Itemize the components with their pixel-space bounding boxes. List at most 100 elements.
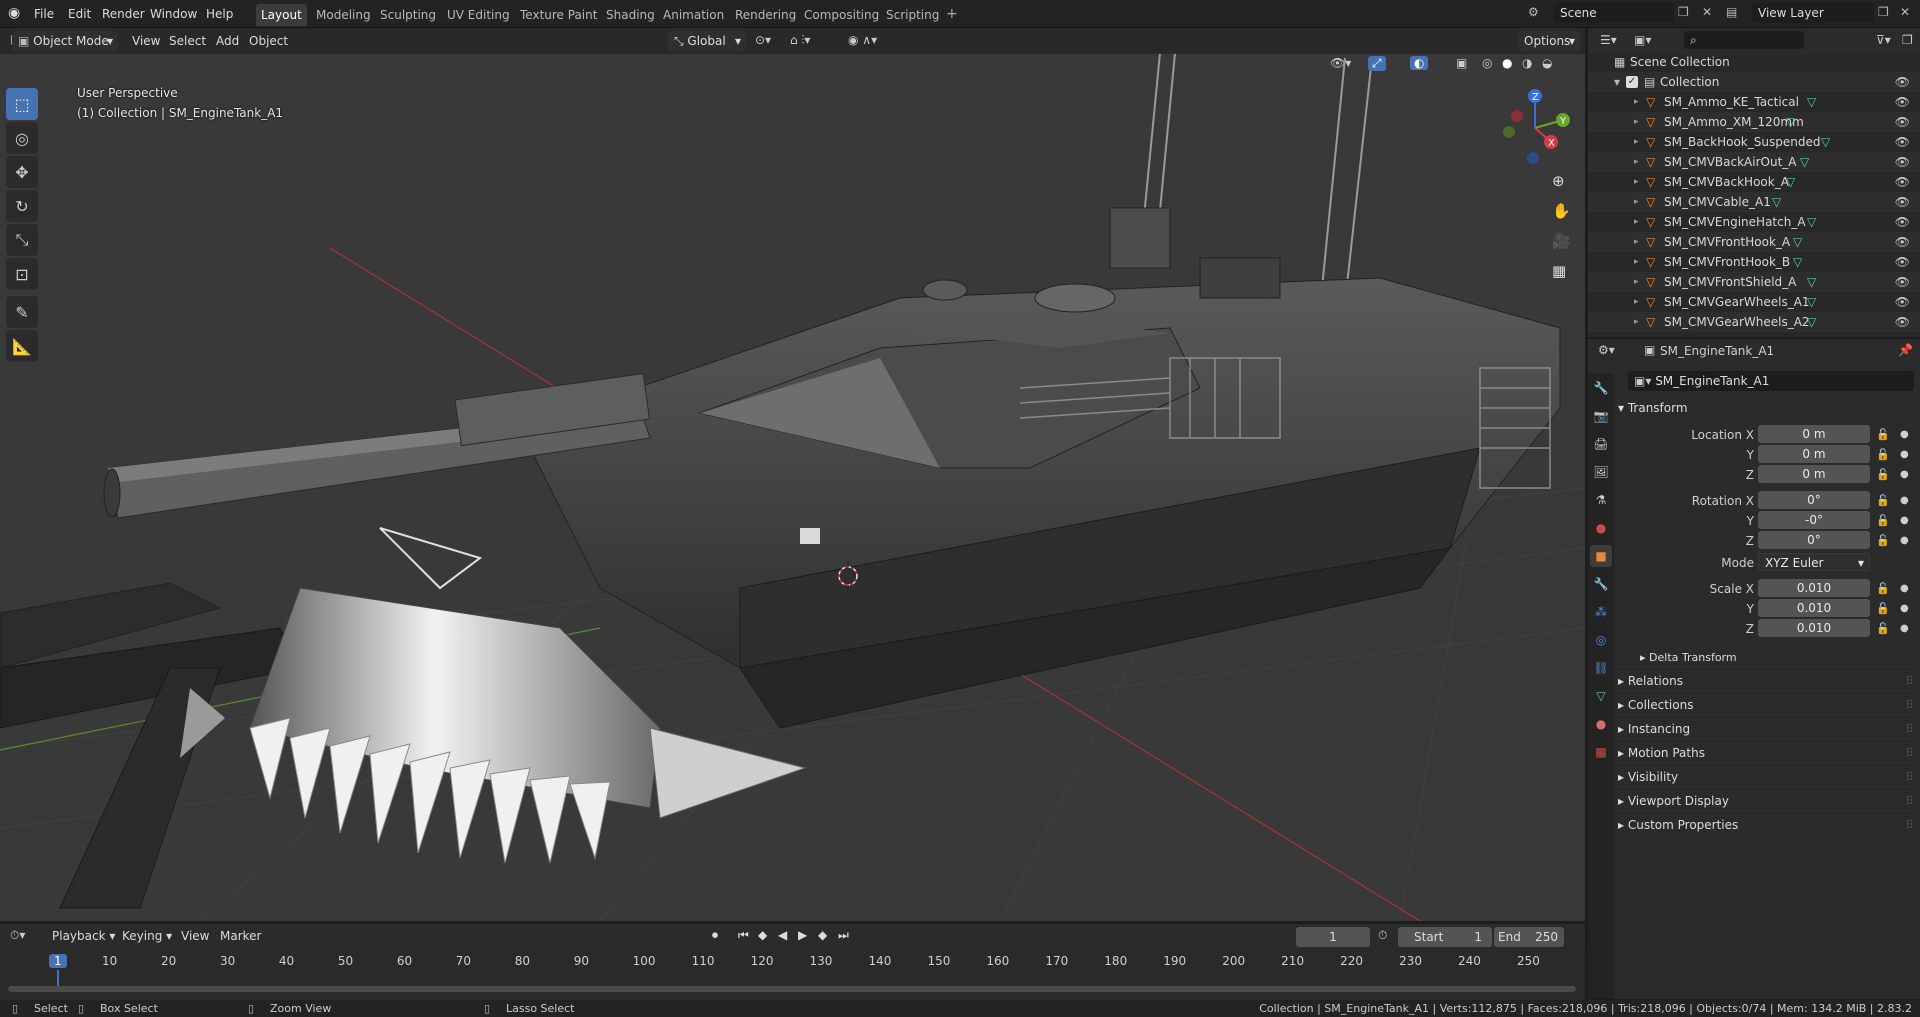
scale-x-field[interactable]: 0.010 [1758,579,1870,597]
pin-icon[interactable]: 📌 [1898,343,1913,357]
mesh-data-icon[interactable]: ▽ [1772,192,1781,212]
menu-file[interactable]: File [30,4,58,24]
pan-hand-icon[interactable]: ✋ [1552,202,1571,220]
drag-handle-icon[interactable]: ⠿ [1905,742,1914,764]
select-box-tool-icon[interactable]: ⬚ [6,88,38,120]
viewport-menu-add[interactable]: Add [210,31,245,51]
drag-handle-icon[interactable]: ⠿ [1905,814,1914,836]
rotation-y-field[interactable]: -0° [1758,511,1870,529]
mesh-data-icon[interactable]: ▽ [1807,212,1816,232]
tool-tab-icon[interactable]: 🔧 [1590,377,1612,399]
transform-orientation-dropdown[interactable]: ⤡ Global ▾ [668,31,746,51]
new-view-layer-icon[interactable]: ❐ [1878,5,1889,19]
zoom-icon[interactable]: ⊕ [1552,172,1565,190]
drag-handle-icon[interactable]: ⠿ [1905,694,1914,716]
eye-icon[interactable]: 👁 [1895,252,1910,272]
tab-modeling[interactable]: Modeling [311,4,376,26]
navigation-gizmo[interactable]: Z Y X [1495,86,1575,166]
menu-help[interactable]: Help [202,4,237,24]
eye-icon[interactable]: 👁 [1895,112,1910,132]
tab-compositing[interactable]: Compositing [799,4,884,26]
lock-icon[interactable]: 🔓 [1876,619,1890,639]
drag-handle-icon[interactable]: ⠿ [1905,670,1914,692]
keyframe-dot-icon[interactable]: ● [1900,465,1909,485]
transform-panel-header[interactable]: ▾ Transform [1618,397,1688,419]
panel-instancing[interactable]: ▸ Instancing ⠿ [1618,717,1914,739]
drag-handle-icon[interactable]: ⠿ [1905,790,1914,812]
new-collection-icon[interactable]: ❐ [1902,33,1913,47]
expand-arrow-icon[interactable]: ▸ [1634,232,1639,252]
outliner-item[interactable]: ▸ ▽ SM_CMVGearWheels_A1 ▽ 👁 [1588,292,1920,312]
expand-arrow-icon[interactable]: ▸ [1634,312,1639,332]
keyframe-dot-icon[interactable]: ● [1900,445,1909,465]
outliner-item[interactable]: ▸ ▽ SM_CMVBackAirOut_A ▽ 👁 [1588,152,1920,172]
menu-window[interactable]: Window [146,4,201,24]
shading-material-icon[interactable]: ◑ [1522,56,1532,70]
expand-arrow-icon[interactable]: ▸ [1634,252,1639,272]
rotation-mode-dropdown[interactable]: XYZ Euler ▾ [1758,553,1870,571]
camera-view-icon[interactable]: 🎥 [1552,232,1571,250]
rotation-x-field[interactable]: 0° [1758,491,1870,509]
lock-icon[interactable]: 🔓 [1876,445,1890,465]
tab-rendering[interactable]: Rendering [730,4,801,26]
mesh-data-icon[interactable]: ▽ [1807,272,1816,292]
eye-icon[interactable]: 👁 [1895,292,1910,312]
expand-arrow-icon[interactable]: ▸ [1634,272,1639,292]
expand-arrow-icon[interactable]: ▸ [1634,212,1639,232]
collapse-arrow-icon[interactable]: ▾ [1614,72,1620,92]
rotate-tool-icon[interactable]: ↻ [6,190,38,222]
eye-icon[interactable]: 👁 [1895,172,1910,192]
keyframe-dot-icon[interactable]: ● [1900,511,1909,531]
playhead[interactable]: 1 [49,954,67,968]
new-scene-icon[interactable]: ❐ [1678,5,1689,19]
panel-relations[interactable]: ▸ Relations ⠿ [1618,669,1914,691]
material-tab-icon[interactable]: ● [1590,713,1612,735]
tab-shading[interactable]: Shading [601,4,660,26]
eye-icon[interactable]: 👁 [1895,312,1910,332]
filter-icon[interactable]: ⊽▾ [1876,33,1891,47]
collection-checkbox[interactable]: ✓ [1626,76,1638,88]
location-z-field[interactable]: 0 m [1758,465,1870,483]
outliner-scene-collection[interactable]: ▦ Scene Collection [1588,52,1920,72]
outliner-item[interactable]: ▸ ▽ SM_CMVEngineHatch_A ▽ 👁 [1588,212,1920,232]
viewport-menu-object[interactable]: Object [243,31,294,51]
constraints-tab-icon[interactable]: ⛓ [1590,657,1612,679]
blender-logo-icon[interactable]: ◉ [8,5,20,21]
lock-icon[interactable]: 🔓 [1876,579,1890,599]
tab-scripting[interactable]: Scripting [881,4,944,26]
expand-arrow-icon[interactable]: ▸ [1634,132,1639,152]
view-layer-field[interactable]: View Layer [1752,3,1874,23]
scene-field[interactable]: Scene [1554,3,1674,23]
location-x-field[interactable]: 0 m [1758,425,1870,443]
measure-tool-icon[interactable]: 📐 [6,330,38,362]
lock-icon[interactable]: 🔓 [1876,531,1890,551]
mesh-data-icon[interactable]: ▽ [1821,132,1830,152]
timeline-scrollbar[interactable] [8,986,1576,992]
panel-motion-paths[interactable]: ▸ Motion Paths ⠿ [1618,741,1914,763]
annotate-tool-icon[interactable]: ✎ [6,296,38,328]
outliner-item[interactable]: ▸ ▽ SM_BackHook_Suspended ▽ 👁 [1588,132,1920,152]
eye-icon[interactable]: 👁 [1895,272,1910,292]
lock-icon[interactable]: 🔓 [1876,511,1890,531]
object-mode-dropdown[interactable]: ▣ Object Mode ▾ [12,31,118,51]
outliner-collection[interactable]: ▾ ✓ ▤ Collection 👁 [1588,72,1920,92]
outliner-item[interactable]: ▸ ▽ SM_CMVFrontShield_A ▽ 👁 [1588,272,1920,292]
scale-y-field[interactable]: 0.010 [1758,599,1870,617]
visibility-filter-icon[interactable]: 👁▾ [1330,56,1351,70]
mesh-data-icon[interactable]: ▽ [1807,292,1816,312]
location-y-field[interactable]: 0 m [1758,445,1870,463]
scale-tool-icon[interactable]: ⤡ [6,224,38,256]
shading-wireframe-icon[interactable]: ◎ [1482,56,1492,70]
keyframe-dot-icon[interactable]: ● [1900,531,1909,551]
eye-icon[interactable]: 👁 [1895,132,1910,152]
mesh-data-icon[interactable]: ▽ [1807,92,1816,112]
outliner-item[interactable]: ▸ ▽ SM_CMVGearWheels_A2 ▽ 👁 [1588,312,1920,332]
expand-arrow-icon[interactable]: ▸ [1634,112,1639,132]
tab-uv-editing[interactable]: UV Editing [442,4,515,26]
outliner-item[interactable]: ▸ ▽ SM_CMVFrontHook_B ▽ 👁 [1588,252,1920,272]
outliner-item[interactable]: ▸ ▽ SM_CMVBackHook_A ▽ 👁 [1588,172,1920,192]
gizmo-toggle-icon[interactable]: ⤢ [1368,56,1386,71]
transform-tool-icon[interactable]: ⊡ [6,258,38,290]
viewport-menu-view[interactable]: View [126,31,166,51]
expand-arrow-icon[interactable]: ▸ [1634,92,1639,112]
